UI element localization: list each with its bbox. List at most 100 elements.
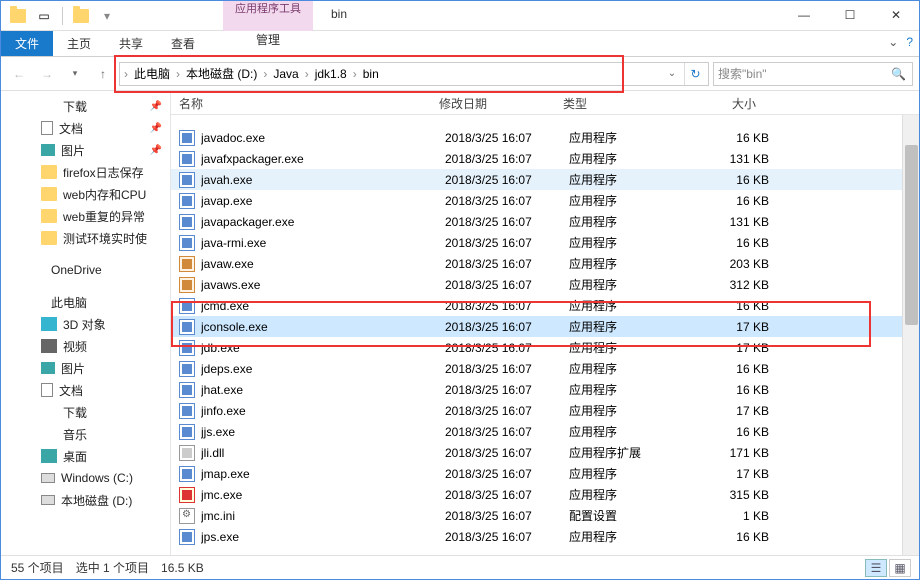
addr-dropdown-button[interactable]: ⌄ <box>660 62 684 86</box>
file-type: 应用程序 <box>569 402 689 419</box>
tree-item[interactable]: 下载 <box>1 401 170 423</box>
tree-item[interactable]: web重复的异常 <box>1 205 170 227</box>
tab-view[interactable]: 查看 <box>157 31 209 56</box>
crumb-thispc[interactable]: 此电脑 <box>130 63 174 85</box>
file-row[interactable]: jinfo.exe 2018/3/25 16:07 应用程序 17 KB <box>171 400 919 421</box>
tree-item[interactable]: 桌面 <box>1 445 170 467</box>
close-button[interactable]: ✕ <box>873 1 919 29</box>
file-row[interactable]: java-rmi.exe 2018/3/25 16:07 应用程序 16 KB <box>171 232 919 253</box>
col-date[interactable]: 修改日期 <box>431 91 555 114</box>
search-input[interactable]: 搜索"bin" 🔍 <box>713 62 913 86</box>
file-row[interactable]: jdb.exe 2018/3/25 16:07 应用程序 17 KB <box>171 337 919 358</box>
tree-item[interactable]: 3D 对象 <box>1 313 170 335</box>
file-row[interactable]: jconsole.exe 2018/3/25 16:07 应用程序 17 KB <box>171 316 919 337</box>
status-count: 55 个项目 <box>11 559 64 576</box>
file-icon <box>179 340 195 356</box>
tree-item[interactable]: web内存和CPU <box>1 183 170 205</box>
tab-home[interactable]: 主页 <box>53 31 105 56</box>
help-button[interactable]: ? <box>906 35 913 49</box>
file-row[interactable]: javafxpackager.exe 2018/3/25 16:07 应用程序 … <box>171 148 919 169</box>
minimize-button[interactable]: — <box>781 1 827 29</box>
file-row[interactable]: jjs.exe 2018/3/25 16:07 应用程序 16 KB <box>171 421 919 442</box>
file-row[interactable]: javah.exe 2018/3/25 16:07 应用程序 16 KB <box>171 169 919 190</box>
crumb-drive[interactable]: 本地磁盘 (D:) <box>182 63 261 85</box>
tree-item[interactable]: 测试环境实时使 <box>1 227 170 249</box>
file-row[interactable]: jmc.ini 2018/3/25 16:07 配置设置 1 KB <box>171 505 919 526</box>
file-row[interactable]: javaw.exe 2018/3/25 16:07 应用程序 203 KB <box>171 253 919 274</box>
file-row[interactable]: javapackager.exe 2018/3/25 16:07 应用程序 13… <box>171 211 919 232</box>
file-icon <box>179 508 195 524</box>
file-icon <box>179 193 195 209</box>
tree-item[interactable]: OneDrive <box>1 259 170 281</box>
tree-item[interactable]: 文档 <box>1 379 170 401</box>
nav-up-button[interactable]: ↑ <box>91 62 115 86</box>
tree-item[interactable]: 音乐 <box>1 423 170 445</box>
file-date: 2018/3/25 16:07 <box>445 236 569 250</box>
tab-share[interactable]: 共享 <box>105 31 157 56</box>
file-date: 2018/3/25 16:07 <box>445 152 569 166</box>
file-row[interactable]: jps.exe 2018/3/25 16:07 应用程序 16 KB <box>171 526 919 547</box>
file-date: 2018/3/25 16:07 <box>445 488 569 502</box>
tree-item[interactable]: 此电脑 <box>1 291 170 313</box>
col-type[interactable]: 类型 <box>555 91 675 114</box>
scroll-thumb[interactable] <box>905 145 918 325</box>
crumb-bin[interactable]: bin <box>359 63 383 85</box>
file-icon <box>179 151 195 167</box>
tree-item[interactable]: 图片 <box>1 357 170 379</box>
tree-item[interactable]: firefox日志保存 <box>1 161 170 183</box>
qat-more-btn[interactable] <box>70 5 92 27</box>
file-name: jmap.exe <box>201 467 445 481</box>
tree-item[interactable]: Windows (C:) <box>1 467 170 489</box>
file-name: javadoc.exe <box>201 131 445 145</box>
file-row[interactable]: jhat.exe 2018/3/25 16:07 应用程序 16 KB <box>171 379 919 400</box>
refresh-button[interactable]: ↻ <box>684 63 706 85</box>
tree-item[interactable]: 下载📌 <box>1 95 170 117</box>
status-selected: 选中 1 个项目 <box>76 559 149 576</box>
file-size: 131 KB <box>689 215 769 229</box>
view-details-button[interactable]: ☰ <box>865 559 887 577</box>
tree-item[interactable]: 图片📌 <box>1 139 170 161</box>
crumb-java[interactable]: Java <box>269 63 302 85</box>
file-type: 应用程序 <box>569 528 689 545</box>
nav-back-button[interactable]: ← <box>7 62 31 86</box>
file-row[interactable]: javaws.exe 2018/3/25 16:07 应用程序 312 KB <box>171 274 919 295</box>
file-row[interactable]: jmc.exe 2018/3/25 16:07 应用程序 315 KB <box>171 484 919 505</box>
address-bar[interactable]: › 此电脑› 本地磁盘 (D:)› Java› jdk1.8› bin ⌄ ↻ <box>119 62 709 86</box>
col-name[interactable]: 名称 <box>171 91 431 114</box>
tab-manage[interactable]: 管理 <box>223 31 313 48</box>
nav-forward-button[interactable]: → <box>35 62 59 86</box>
file-name: jdeps.exe <box>201 362 445 376</box>
file-row[interactable]: jmap.exe 2018/3/25 16:07 应用程序 17 KB <box>171 463 919 484</box>
file-date: 2018/3/25 16:07 <box>445 362 569 376</box>
column-headers[interactable]: 名称 修改日期 类型 大小 <box>171 91 919 115</box>
file-type: 应用程序 <box>569 339 689 356</box>
file-date: 2018/3/25 16:07 <box>445 278 569 292</box>
view-icons-button[interactable]: ▦ <box>889 559 911 577</box>
nav-history-button[interactable]: ▾ <box>63 62 87 86</box>
tree-item[interactable]: 文档📌 <box>1 117 170 139</box>
file-size: 17 KB <box>689 341 769 355</box>
scrollbar[interactable] <box>902 115 919 559</box>
file-row[interactable]: jdeps.exe 2018/3/25 16:07 应用程序 16 KB <box>171 358 919 379</box>
crumb-jdk[interactable]: jdk1.8 <box>311 63 351 85</box>
nav-tree[interactable]: 下载📌文档📌图片📌firefox日志保存web内存和CPUweb重复的异常测试环… <box>1 91 171 559</box>
file-row[interactable]: jcmd.exe 2018/3/25 16:07 应用程序 16 KB <box>171 295 919 316</box>
col-size[interactable]: 大小 <box>675 91 765 114</box>
file-list[interactable]: javadoc.exe 2018/3/25 16:07 应用程序 16 KB j… <box>171 115 919 559</box>
file-date: 2018/3/25 16:07 <box>445 530 569 544</box>
file-row[interactable]: jli.dll 2018/3/25 16:07 应用程序扩展 171 KB <box>171 442 919 463</box>
file-name: jmc.ini <box>201 509 445 523</box>
file-row[interactable]: javadoc.exe 2018/3/25 16:07 应用程序 16 KB <box>171 127 919 148</box>
file-row[interactable]: javap.exe 2018/3/25 16:07 应用程序 16 KB <box>171 190 919 211</box>
maximize-button[interactable]: ☐ <box>827 1 873 29</box>
file-type: 应用程序 <box>569 255 689 272</box>
ribbon-expand-button[interactable]: ⌄ <box>888 35 898 49</box>
file-date: 2018/3/25 16:07 <box>445 131 569 145</box>
file-size: 16 KB <box>689 194 769 208</box>
tree-item[interactable]: 本地磁盘 (D:) <box>1 489 170 511</box>
qat-props-icon[interactable]: ▭ <box>33 5 55 27</box>
qat-overflow-btn[interactable]: ▾ <box>96 5 118 27</box>
file-name: javaws.exe <box>201 278 445 292</box>
tree-item[interactable]: 视频 <box>1 335 170 357</box>
tab-file[interactable]: 文件 <box>1 31 53 56</box>
